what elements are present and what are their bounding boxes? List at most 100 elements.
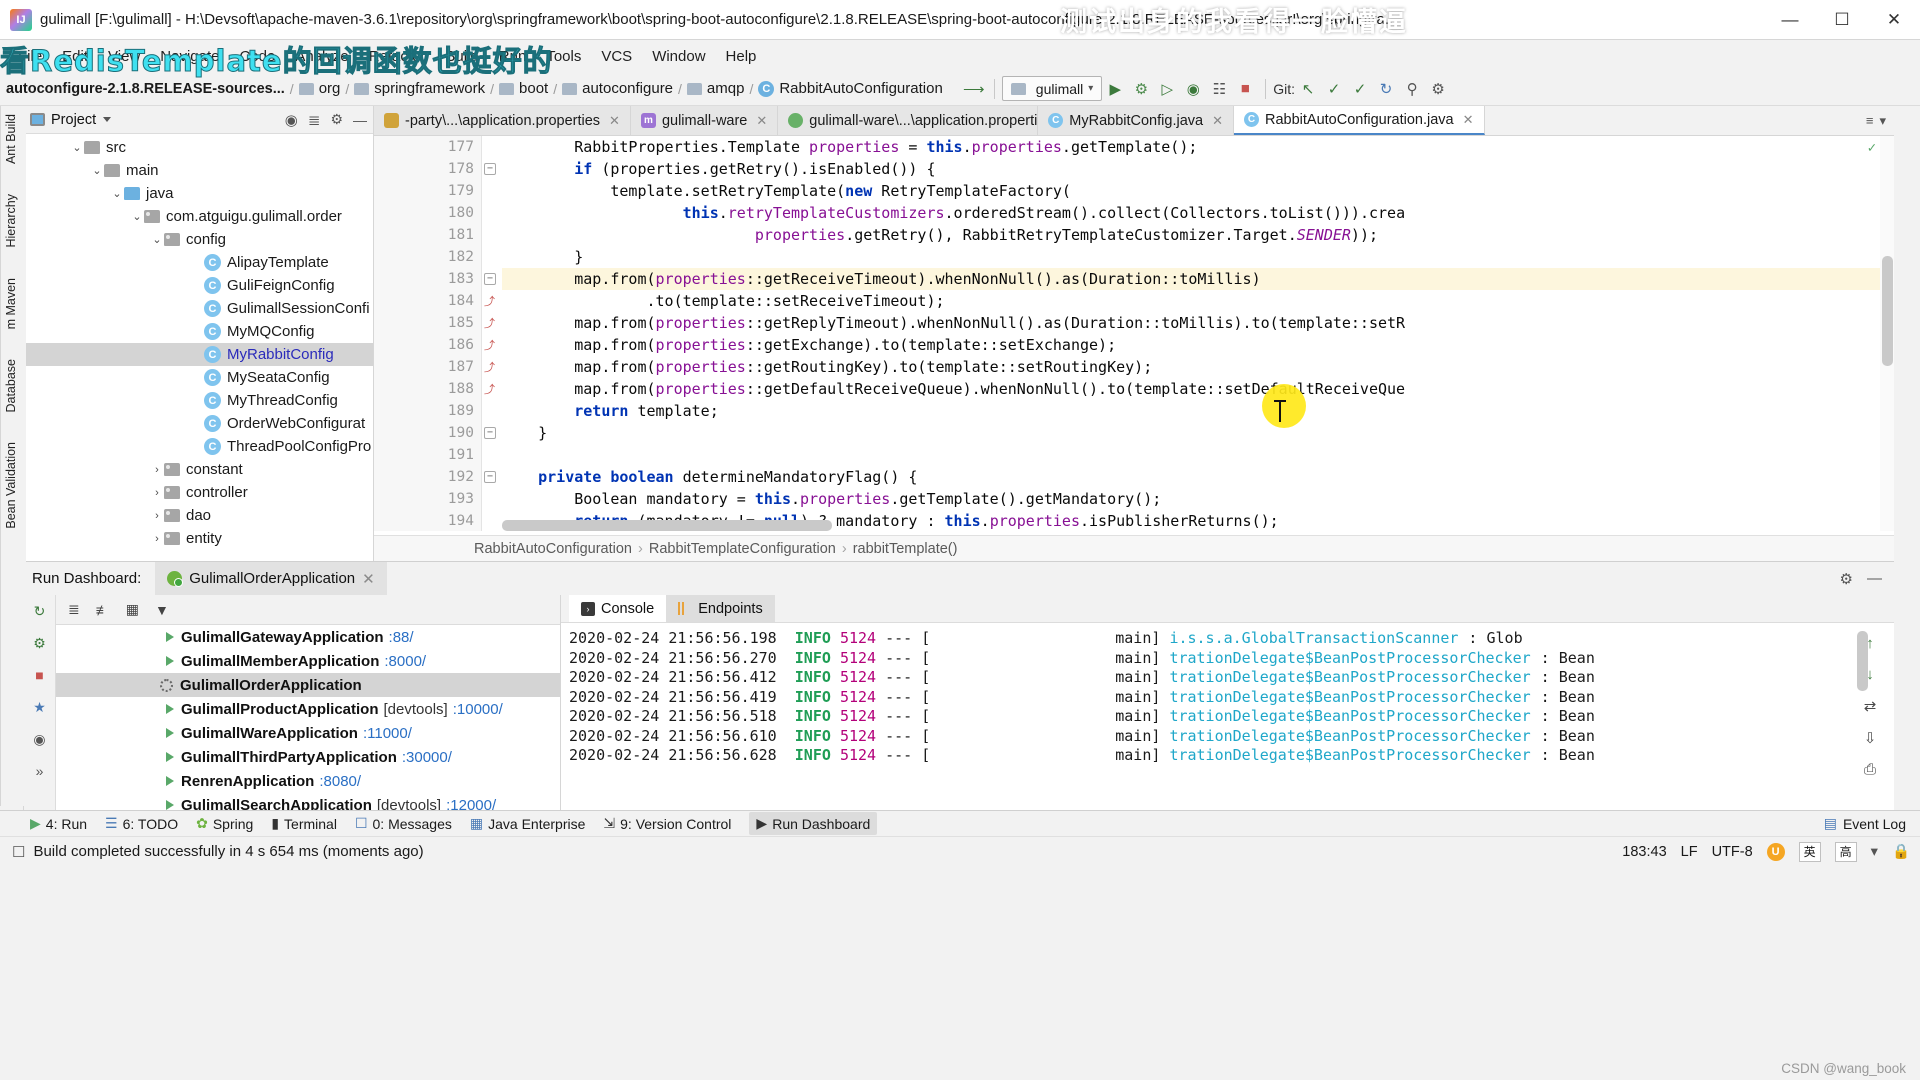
- attach-process-icon[interactable]: ☷: [1206, 76, 1232, 102]
- file-encoding[interactable]: UTF-8: [1712, 844, 1753, 860]
- hide-icon[interactable]: —: [353, 112, 367, 128]
- rail-item-maven[interactable]: m Maven: [1, 270, 21, 337]
- rail-item-bean-validation[interactable]: Bean Validation: [1, 434, 21, 537]
- tree-node[interactable]: C GulimallSessionConfi: [24, 297, 373, 320]
- code-breadcrumb-2[interactable]: rabbitTemplate(): [853, 541, 958, 557]
- stop-icon[interactable]: ■: [30, 665, 50, 685]
- breadcrumb-item-6[interactable]: RabbitAutoConfiguration: [779, 80, 942, 97]
- tab-endpoints[interactable]: Endpoints: [666, 595, 775, 622]
- bottom-item-run-dashboard[interactable]: ▶ Run Dashboard: [749, 812, 878, 835]
- collapse-all-icon[interactable]: ≣: [308, 111, 321, 129]
- tree-node[interactable]: C MyRabbitConfig: [24, 343, 373, 366]
- run-dashboard-item-port[interactable]: :8080/: [319, 773, 361, 790]
- lock-icon[interactable]: 🔒: [1892, 843, 1910, 860]
- menu-vcs[interactable]: VCS: [591, 44, 642, 69]
- hide-icon[interactable]: —: [1867, 570, 1882, 588]
- chevron-right-icon[interactable]: ›: [150, 487, 164, 499]
- menu-help[interactable]: Help: [716, 44, 767, 69]
- console-tab-bar[interactable]: › Console Endpoints: [561, 595, 1894, 623]
- bottom-item-messages[interactable]: ☐ 0: Messages: [355, 815, 452, 832]
- editor-horizontal-scrollbar[interactable]: [502, 520, 832, 531]
- tree-node[interactable]: › controller: [24, 481, 373, 504]
- run-configuration-selector[interactable]: gulimall ▾: [1001, 76, 1103, 101]
- tab-console[interactable]: › Console: [569, 595, 667, 622]
- debug-icon[interactable]: ⚙: [1128, 76, 1154, 102]
- tree-node[interactable]: › constant: [24, 458, 373, 481]
- caret-position[interactable]: 183:43: [1622, 844, 1666, 860]
- tree-node[interactable]: ⌄ config: [24, 228, 373, 251]
- editor-tab[interactable]: gulimall-ware\...\application.properties…: [778, 106, 1073, 135]
- project-tree[interactable]: ⌄ src ⌄ main ⌄ java ⌄ com.atguigu.gulimall.orde…: [24, 134, 373, 550]
- close-button[interactable]: ✕: [1868, 0, 1920, 40]
- run-dashboard-item-port[interactable]: :8000/: [384, 653, 426, 670]
- close-icon[interactable]: ✕: [1463, 112, 1474, 128]
- ime-more-icon[interactable]: ▾: [1871, 844, 1878, 860]
- code-line[interactable]: RabbitProperties.Template properties = t…: [502, 136, 1894, 158]
- breadcrumb-item-3[interactable]: boot: [519, 80, 548, 97]
- breadcrumb-item-0[interactable]: autoconfigure-2.1.8.RELEASE-sources...: [6, 81, 285, 97]
- event-log-button[interactable]: ▤ Event Log: [1824, 815, 1906, 832]
- bottom-item-todo[interactable]: ☰ 6: TODO: [105, 815, 178, 832]
- code-line[interactable]: Boolean mandatory = this.properties.getT…: [502, 488, 1894, 510]
- breadcrumb-item-5[interactable]: amqp: [707, 80, 745, 97]
- ime-language-badge[interactable]: 英: [1798, 841, 1821, 862]
- tree-node[interactable]: C ThreadPoolConfigPro: [24, 435, 373, 458]
- editor-scrollbar[interactable]: [1880, 136, 1894, 531]
- close-icon[interactable]: ✕: [362, 570, 375, 588]
- tree-node[interactable]: C OrderWebConfigurat: [24, 412, 373, 435]
- chevron-down-icon[interactable]: ⌄: [90, 164, 104, 177]
- code-line[interactable]: map.from(properties::getExchange).to(tem…: [502, 334, 1894, 356]
- breadcrumb-item-2[interactable]: springframework: [374, 80, 485, 97]
- line-separator[interactable]: LF: [1681, 844, 1698, 860]
- settings-icon[interactable]: ⚙: [1425, 76, 1451, 102]
- tree-node[interactable]: ⌄ main: [24, 159, 373, 182]
- chevron-down-icon[interactable]: ▾: [1879, 113, 1886, 129]
- code-line[interactable]: private boolean determineMandatoryFlag()…: [502, 466, 1894, 488]
- chevron-down-icon[interactable]: [103, 117, 112, 122]
- profile-icon[interactable]: ◉: [1180, 76, 1206, 102]
- group-by-icon[interactable]: ▦: [126, 601, 139, 618]
- tree-node[interactable]: C GuliFeignConfig: [24, 274, 373, 297]
- run-dashboard-item[interactable]: RenrenApplication:8080/: [56, 769, 560, 793]
- tree-node[interactable]: C MyMQConfig: [24, 320, 373, 343]
- code-line[interactable]: return template;: [502, 400, 1894, 422]
- code-line[interactable]: if (properties.getRetry().isEnabled()) {: [502, 158, 1894, 180]
- gear-icon[interactable]: ⚙: [330, 111, 343, 128]
- code-line[interactable]: }: [502, 246, 1894, 268]
- tree-node[interactable]: C MyThreadConfig: [24, 389, 373, 412]
- scroll-to-end-icon[interactable]: ⇩: [1864, 729, 1877, 747]
- run-icon[interactable]: [166, 728, 174, 738]
- chevron-down-icon[interactable]: ⌄: [70, 141, 84, 154]
- run-dashboard-app-list[interactable]: ≣ ≢ ▦ ▼ GulimallGatewayApplication:88/Gu…: [56, 595, 561, 814]
- camera-icon[interactable]: ◉: [30, 729, 50, 749]
- editor-tab-bar[interactable]: -party\...\application.properties ✕ m gulim…: [374, 106, 1894, 136]
- bottom-item-spring[interactable]: ✿ Spring: [196, 815, 253, 832]
- close-icon[interactable]: ✕: [756, 113, 767, 129]
- tree-node[interactable]: C AlipayTemplate: [24, 251, 373, 274]
- star-icon[interactable]: ★: [30, 697, 50, 717]
- run-icon[interactable]: [166, 752, 174, 762]
- code-editor[interactable]: 177 178 179 180 181 182 183⤴ 184⤴ 185⤴ 186⤴ 187⤴ 18…: [374, 136, 1894, 531]
- run-dashboard-item[interactable]: GulimallWareApplication:11000/: [56, 721, 560, 745]
- code-line[interactable]: map.from(properties::getDefaultReceiveQu…: [502, 378, 1894, 400]
- scroll-up-icon[interactable]: ↑: [1866, 635, 1874, 652]
- rerun-icon[interactable]: ↻: [30, 601, 50, 621]
- chevron-down-icon[interactable]: ⌄: [130, 210, 144, 223]
- run-dashboard-item-port[interactable]: :30000/: [402, 749, 452, 766]
- chevron-right-icon[interactable]: ›: [150, 510, 164, 522]
- chevron-right-icon[interactable]: ›: [150, 464, 164, 476]
- code-breadcrumb-0[interactable]: RabbitAutoConfiguration: [474, 541, 632, 557]
- gear-icon[interactable]: ⚙: [1840, 570, 1853, 588]
- run-icon[interactable]: ▶: [1102, 76, 1128, 102]
- run-dashboard-active-tab[interactable]: GulimallOrderApplication ✕: [155, 561, 387, 596]
- fold-marker[interactable]: −: [484, 273, 496, 285]
- breadcrumb-item-4[interactable]: autoconfigure: [582, 80, 673, 97]
- stop-icon[interactable]: ■: [1232, 76, 1258, 102]
- run-icon[interactable]: [166, 632, 174, 642]
- chevron-down-icon[interactable]: ⌄: [110, 187, 124, 200]
- run-coverage-icon[interactable]: ▷: [1154, 76, 1180, 102]
- print-icon[interactable]: ⎙: [1864, 761, 1876, 778]
- run-dashboard-item[interactable]: GulimallOrderApplication: [56, 673, 560, 697]
- rail-item-hierarchy[interactable]: Hierarchy: [1, 186, 21, 256]
- editor-tab-overflow[interactable]: ≡ ▾: [1858, 106, 1894, 135]
